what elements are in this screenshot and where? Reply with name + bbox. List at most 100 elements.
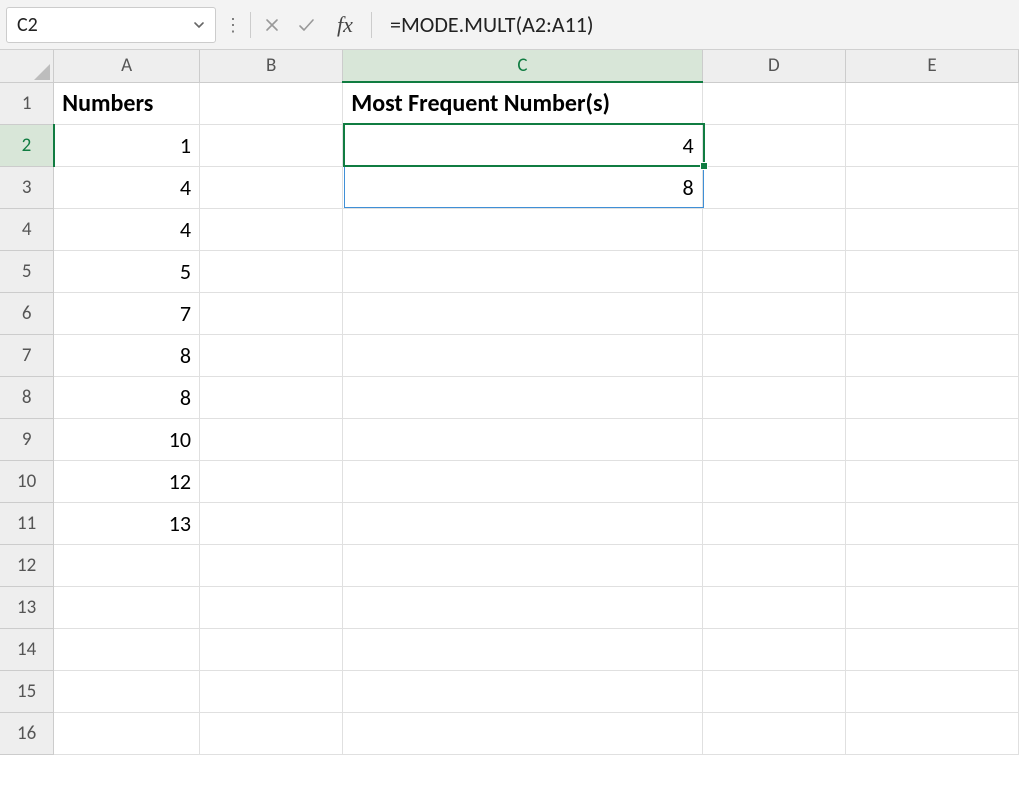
cell-D8[interactable] (702, 376, 845, 418)
cell-A14[interactable] (54, 628, 200, 670)
cell-B8[interactable] (200, 376, 343, 418)
cell-E16[interactable] (845, 712, 1018, 754)
cell-E5[interactable] (845, 250, 1018, 292)
row-header-14[interactable]: 14 (0, 628, 54, 670)
row-header-3[interactable]: 3 (0, 166, 54, 208)
cell-D4[interactable] (702, 208, 845, 250)
select-all-corner[interactable] (0, 50, 54, 82)
cell-D11[interactable] (702, 502, 845, 544)
cell-A2[interactable]: 1 (54, 124, 200, 166)
cell-C2[interactable]: 4 (343, 124, 702, 166)
cell-A5[interactable]: 5 (54, 250, 200, 292)
row-header-9[interactable]: 9 (0, 418, 54, 460)
cell-B12[interactable] (200, 544, 343, 586)
cell-D1[interactable] (702, 82, 845, 124)
cell-C14[interactable] (343, 628, 702, 670)
cell-E11[interactable] (845, 502, 1018, 544)
cell-E3[interactable] (845, 166, 1018, 208)
col-header-D[interactable]: D (702, 50, 845, 82)
formula-input[interactable] (380, 7, 1013, 43)
cell-E12[interactable] (845, 544, 1018, 586)
cell-C1[interactable]: Most Frequent Number(s) (343, 82, 702, 124)
cell-D7[interactable] (702, 334, 845, 376)
row-header-7[interactable]: 7 (0, 334, 54, 376)
cell-D15[interactable] (702, 670, 845, 712)
cell-E7[interactable] (845, 334, 1018, 376)
cell-A8[interactable]: 8 (54, 376, 200, 418)
row-header-5[interactable]: 5 (0, 250, 54, 292)
cancel-icon[interactable] (259, 12, 285, 38)
cell-B10[interactable] (200, 460, 343, 502)
cell-D10[interactable] (702, 460, 845, 502)
cell-D3[interactable] (702, 166, 845, 208)
cell-A10[interactable]: 12 (54, 460, 200, 502)
row-header-8[interactable]: 8 (0, 376, 54, 418)
row-header-15[interactable]: 15 (0, 670, 54, 712)
cell-B1[interactable] (200, 82, 343, 124)
cell-C16[interactable] (343, 712, 702, 754)
spreadsheet-grid[interactable]: A B C D E 1 Numbers Most Frequent Number… (0, 50, 1019, 792)
fx-icon[interactable]: fx (327, 12, 363, 38)
cell-C11[interactable] (343, 502, 702, 544)
enter-icon[interactable] (293, 12, 319, 38)
col-header-C[interactable]: C (343, 50, 702, 82)
cell-A6[interactable]: 7 (54, 292, 200, 334)
fill-handle[interactable] (700, 162, 708, 170)
cell-E14[interactable] (845, 628, 1018, 670)
cell-B16[interactable] (200, 712, 343, 754)
cell-A7[interactable]: 8 (54, 334, 200, 376)
row-header-11[interactable]: 11 (0, 502, 54, 544)
cell-C13[interactable] (343, 586, 702, 628)
cell-D9[interactable] (702, 418, 845, 460)
cell-E10[interactable] (845, 460, 1018, 502)
cell-A4[interactable]: 4 (54, 208, 200, 250)
cell-B3[interactable] (200, 166, 343, 208)
cell-C7[interactable] (343, 334, 702, 376)
cell-E2[interactable] (845, 124, 1018, 166)
name-box[interactable]: C2 (6, 7, 216, 43)
cell-B13[interactable] (200, 586, 343, 628)
cell-C5[interactable] (343, 250, 702, 292)
cell-B2[interactable] (200, 124, 343, 166)
row-header-12[interactable]: 12 (0, 544, 54, 586)
chevron-down-icon[interactable] (191, 17, 207, 33)
cell-A11[interactable]: 13 (54, 502, 200, 544)
cell-B15[interactable] (200, 670, 343, 712)
cell-C15[interactable] (343, 670, 702, 712)
row-header-1[interactable]: 1 (0, 82, 54, 124)
cell-B6[interactable] (200, 292, 343, 334)
cell-A12[interactable] (54, 544, 200, 586)
cell-C3[interactable]: 8 (343, 166, 702, 208)
cell-E1[interactable] (845, 82, 1018, 124)
cell-B5[interactable] (200, 250, 343, 292)
cell-B14[interactable] (200, 628, 343, 670)
row-header-4[interactable]: 4 (0, 208, 54, 250)
cell-E4[interactable] (845, 208, 1018, 250)
row-header-10[interactable]: 10 (0, 460, 54, 502)
cell-A15[interactable] (54, 670, 200, 712)
cell-A16[interactable] (54, 712, 200, 754)
cell-E8[interactable] (845, 376, 1018, 418)
cell-B4[interactable] (200, 208, 343, 250)
cell-D2[interactable] (702, 124, 845, 166)
cell-B9[interactable] (200, 418, 343, 460)
row-header-6[interactable]: 6 (0, 292, 54, 334)
cell-A3[interactable]: 4 (54, 166, 200, 208)
cell-C10[interactable] (343, 460, 702, 502)
cell-B11[interactable] (200, 502, 343, 544)
cell-B7[interactable] (200, 334, 343, 376)
cell-D13[interactable] (702, 586, 845, 628)
col-header-E[interactable]: E (845, 50, 1018, 82)
row-header-2[interactable]: 2 (0, 124, 54, 166)
col-header-A[interactable]: A (54, 50, 200, 82)
cell-C4[interactable] (343, 208, 702, 250)
cell-D16[interactable] (702, 712, 845, 754)
cell-A9[interactable]: 10 (54, 418, 200, 460)
cell-D5[interactable] (702, 250, 845, 292)
more-icon[interactable]: ⋮ (224, 14, 242, 36)
cell-E6[interactable] (845, 292, 1018, 334)
cell-E15[interactable] (845, 670, 1018, 712)
cell-E9[interactable] (845, 418, 1018, 460)
row-header-16[interactable]: 16 (0, 712, 54, 754)
cell-D12[interactable] (702, 544, 845, 586)
